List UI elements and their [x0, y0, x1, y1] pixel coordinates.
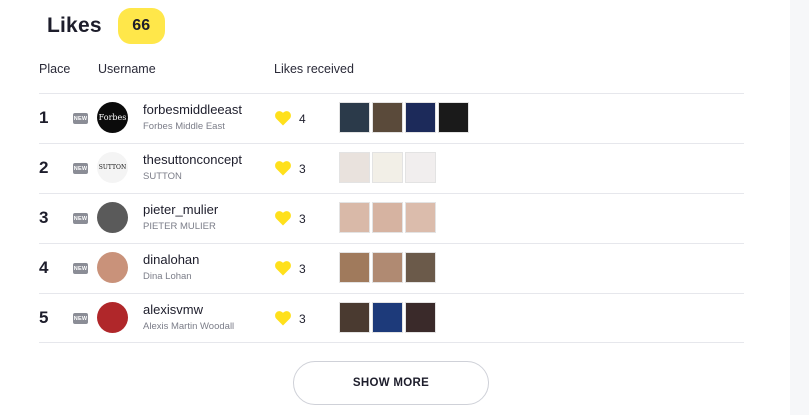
liked-post-thumbnail[interactable] [405, 302, 436, 333]
new-tag-icon: NEW [73, 313, 88, 324]
column-header-likes-received: Likes received [274, 62, 354, 76]
liked-posts-thumbnails [339, 152, 436, 183]
avatar-text: Forbes [98, 113, 127, 122]
column-header-username: Username [98, 62, 156, 76]
new-tag-icon: NEW [73, 163, 88, 174]
likes-count: 4 [299, 112, 306, 126]
heart-icon [275, 111, 291, 126]
liked-post-thumbnail[interactable] [372, 152, 403, 183]
liked-post-thumbnail[interactable] [339, 152, 370, 183]
avatar[interactable]: Forbes [97, 102, 128, 133]
liked-post-thumbnail[interactable] [405, 252, 436, 283]
username-link[interactable]: forbesmiddleeast [143, 102, 242, 117]
table-row: 1 NEW Forbes forbesmiddleeast Forbes Mid… [39, 93, 744, 143]
heart-icon [275, 311, 291, 326]
username-link[interactable]: dinalohan [143, 252, 199, 267]
table-row: 5 NEW alexisvmw Alexis Martin Woodall 3 [39, 293, 744, 343]
liked-post-thumbnail[interactable] [405, 202, 436, 233]
full-name: Alexis Martin Woodall [143, 321, 235, 332]
full-name: Forbes Middle East [143, 121, 225, 132]
heart-icon [275, 161, 291, 176]
liked-post-thumbnail[interactable] [372, 302, 403, 333]
liked-post-thumbnail[interactable] [405, 152, 436, 183]
heart-icon [275, 211, 291, 226]
liked-posts-thumbnails [339, 102, 469, 133]
new-tag-icon: NEW [73, 263, 88, 274]
place-number: 3 [39, 208, 49, 227]
column-header-place: Place [39, 62, 71, 76]
liked-post-thumbnail[interactable] [339, 252, 370, 283]
liked-post-thumbnail[interactable] [372, 102, 403, 133]
show-more-button[interactable]: SHOW MORE [293, 361, 489, 405]
table-row: 2 NEW SUTTON thesuttonconcept SUTTON 3 [39, 143, 744, 193]
liked-post-thumbnail[interactable] [438, 102, 469, 133]
avatar[interactable] [97, 252, 128, 283]
total-count-badge: 66 [117, 8, 165, 44]
liked-post-thumbnail[interactable] [339, 102, 370, 133]
likes-count: 3 [299, 162, 306, 176]
full-name: Dina Lohan [143, 271, 192, 282]
leaderboard-rows: 1 NEW Forbes forbesmiddleeast Forbes Mid… [39, 93, 744, 343]
table-row: 4 NEW dinalohan Dina Lohan 3 [39, 243, 744, 293]
likes-leaderboard-card: Likes 66 Place Username Likes received 1… [0, 0, 790, 415]
avatar[interactable] [97, 202, 128, 233]
liked-post-thumbnail[interactable] [372, 202, 403, 233]
new-tag-icon: NEW [73, 213, 88, 224]
place-number: 4 [39, 258, 49, 277]
place-number: 1 [39, 108, 49, 127]
table-row: 3 NEW pieter_mulier PIETER MULIER 3 [39, 193, 744, 243]
username-link[interactable]: alexisvmw [143, 302, 203, 317]
avatar[interactable]: SUTTON [97, 152, 128, 183]
likes-count: 3 [299, 312, 306, 326]
liked-posts-thumbnails [339, 302, 436, 333]
liked-posts-thumbnails [339, 252, 436, 283]
liked-post-thumbnail[interactable] [339, 302, 370, 333]
likes-count: 3 [299, 212, 306, 226]
avatar-text: SUTTON [98, 164, 127, 171]
heart-icon [275, 261, 291, 276]
liked-post-thumbnail[interactable] [339, 202, 370, 233]
likes-count: 3 [299, 262, 306, 276]
full-name: SUTTON [143, 171, 182, 182]
avatar[interactable] [97, 302, 128, 333]
place-number: 2 [39, 158, 49, 177]
liked-post-thumbnail[interactable] [372, 252, 403, 283]
full-name: PIETER MULIER [143, 221, 216, 232]
username-link[interactable]: thesuttonconcept [143, 152, 242, 167]
liked-posts-thumbnails [339, 202, 436, 233]
liked-post-thumbnail[interactable] [405, 102, 436, 133]
page-title: Likes [47, 14, 102, 37]
place-number: 5 [39, 308, 49, 327]
leaderboard-header: Likes 66 [47, 8, 165, 44]
new-tag-icon: NEW [73, 113, 88, 124]
username-link[interactable]: pieter_mulier [143, 202, 218, 217]
